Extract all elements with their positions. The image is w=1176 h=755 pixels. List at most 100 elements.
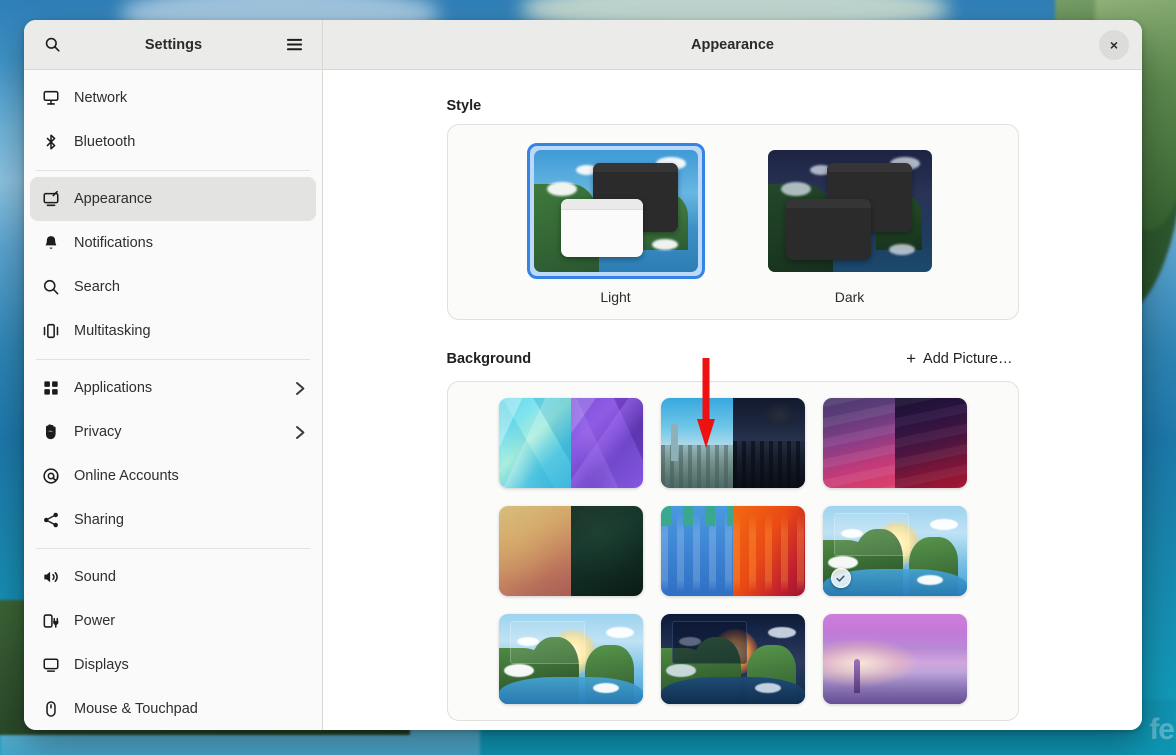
mini-cloud-a (547, 182, 577, 196)
sidebar-item-mouse-touchpad[interactable]: Mouse & Touchpad (30, 687, 316, 730)
sidebar-item-label: Search (74, 279, 306, 295)
search-icon (44, 36, 61, 53)
wallpaper-overlay-panel (510, 621, 585, 664)
check-icon (835, 573, 846, 584)
close-window-button[interactable]: × (1099, 30, 1129, 60)
chevron-right-icon (295, 381, 306, 396)
sidebar-item-displays[interactable]: Displays (30, 643, 316, 687)
notifications-icon (42, 234, 60, 252)
sidebar-item-sound[interactable]: Sound (30, 555, 316, 599)
sidebar-item-notifications[interactable]: Notifications (30, 221, 316, 265)
sidebar-item-network[interactable]: Network (30, 76, 316, 120)
app-title: Settings (145, 37, 202, 53)
wallpaper-art-light-half (661, 398, 733, 488)
wallpaper-art-light-half (823, 398, 895, 488)
settings-window: Settings Appearance × NetworkBluet (24, 20, 1142, 730)
sidebar-item-search[interactable]: Search (30, 265, 316, 309)
bluetooth-icon (42, 133, 60, 151)
desktop-watermark: fe (1149, 713, 1174, 747)
wallpaper-hills-lake-day[interactable] (823, 506, 967, 596)
sidebar-item-appearance[interactable]: Appearance (30, 177, 316, 221)
search-icon (42, 278, 60, 296)
online-accounts-icon (42, 467, 60, 485)
lake (499, 677, 643, 704)
online-accounts-icon (42, 467, 60, 485)
mini-cloud-d (652, 239, 678, 250)
sidebar-item-label: Mouse & Touchpad (74, 701, 306, 717)
sidebar-item-power[interactable]: Power (30, 599, 316, 643)
sidebar-item-label: Bluetooth (74, 134, 306, 150)
applications-icon (42, 379, 60, 397)
sidebar-item-label: Notifications (74, 235, 306, 251)
add-picture-button[interactable]: + Add Picture… (900, 346, 1018, 371)
sidebar-item-label: Power (74, 613, 306, 629)
search-icon (42, 278, 60, 296)
wallpaper-hills-sunset-dusk[interactable] (661, 614, 805, 704)
applications-icon (42, 379, 60, 397)
mini-window-front-dark (786, 199, 871, 260)
sidebar-item-label: Sound (74, 569, 306, 585)
wallpaper-wave-magenta[interactable] (823, 398, 967, 488)
background-card (447, 381, 1019, 721)
wallpaper-art-light-half (499, 506, 571, 596)
main-menu-button[interactable] (279, 29, 311, 61)
sidebar-item-chevron (295, 425, 306, 440)
wallpaper-art-dark-half (733, 506, 805, 596)
appearance-icon (42, 190, 60, 208)
sharing-icon (42, 511, 60, 529)
mini-window-front-light (561, 199, 643, 258)
check-circle-icon (831, 568, 851, 588)
sidebar-item-multitasking[interactable]: Multitasking (30, 309, 316, 353)
sidebar-item-online-accounts[interactable]: Online Accounts (30, 454, 316, 498)
sidebar-item-label: Displays (74, 657, 306, 673)
sidebar-item-bluetooth[interactable]: Bluetooth (30, 120, 316, 164)
network-icon (42, 89, 60, 107)
privacy-hand-icon (42, 423, 60, 441)
mini-cloud-d (889, 244, 915, 255)
privacy-hand-icon (42, 423, 60, 441)
plus-icon: + (906, 350, 916, 367)
sidebar-item-label: Sharing (74, 512, 306, 528)
style-thumb-dark-preview (768, 150, 932, 272)
wallpaper-art-dark-half (895, 398, 967, 488)
hamburger-menu-icon (286, 37, 303, 52)
multitasking-icon (42, 322, 60, 340)
style-thumb-light-preview (534, 150, 698, 272)
style-option-dark[interactable]: Dark (761, 143, 939, 305)
search-button[interactable] (36, 29, 68, 61)
wallpaper-violet-skyline[interactable] (823, 614, 967, 704)
style-section-header: Style (447, 98, 1019, 124)
lake (661, 677, 805, 704)
sidebar-item-label: Privacy (74, 424, 281, 440)
sidebar-item-sharing[interactable]: Sharing (30, 498, 316, 542)
background-section-header: Background + Add Picture… (447, 346, 1019, 381)
appearance-icon (42, 190, 60, 208)
sidebar-item-label: Multitasking (74, 323, 306, 339)
displays-icon (42, 656, 60, 674)
page-headerbar: Appearance × (323, 20, 1142, 69)
power-icon (42, 612, 60, 630)
sidebar-separator (36, 170, 310, 171)
wallpaper-drip-blue-orange[interactable] (661, 506, 805, 596)
appearance-panel: Style (323, 70, 1142, 730)
style-option-light[interactable]: Light (527, 143, 705, 305)
multitasking-icon (42, 322, 60, 340)
wallpaper-painted-canvas[interactable] (499, 506, 643, 596)
sidebar-item-label: Network (74, 90, 306, 106)
displays-icon (42, 656, 60, 674)
wallpaper-hills-sunrise-day[interactable] (499, 614, 643, 704)
mouse-icon (42, 700, 60, 718)
wallpaper-art-dark-half (571, 506, 643, 596)
sidebar-item-applications[interactable]: Applications (30, 366, 316, 410)
style-section-title: Style (447, 98, 482, 114)
sidebar-item-label: Applications (74, 380, 281, 396)
sound-icon (42, 568, 60, 586)
sidebar-item-privacy[interactable]: Privacy (30, 410, 316, 454)
wallpaper-overlay-panel (672, 621, 747, 664)
wallpaper-city-skyline[interactable] (661, 398, 805, 488)
wallpaper-art (661, 614, 805, 704)
chevron-right-icon (295, 425, 306, 440)
power-icon (42, 612, 60, 630)
cloud-c (768, 627, 796, 638)
wallpaper-polygon-gradient[interactable] (499, 398, 643, 488)
